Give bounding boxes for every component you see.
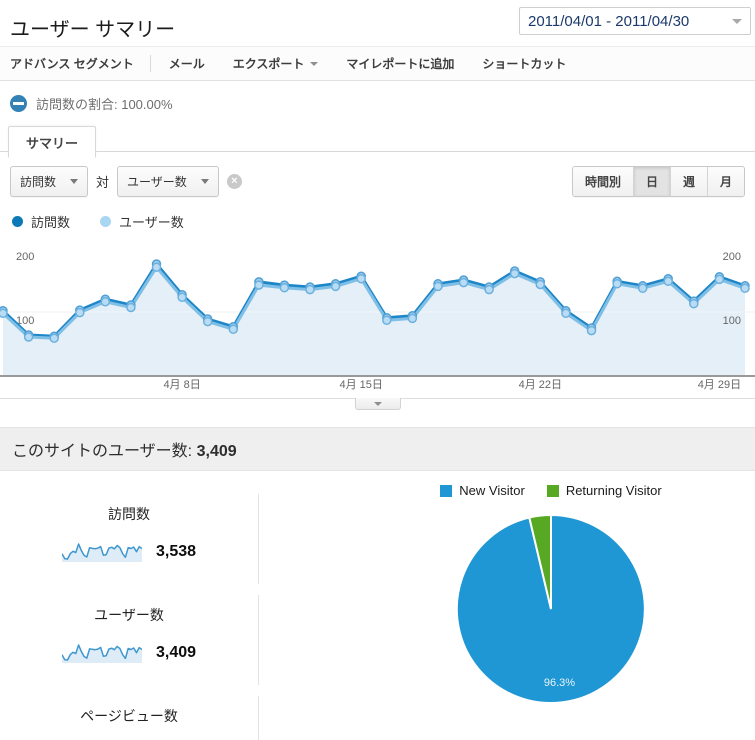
granularity-day-button[interactable]: 日 [632, 167, 670, 196]
metric-visits: 訪問数 3,538 [0, 494, 259, 584]
collapse-chart-button[interactable] [354, 398, 401, 410]
date-range-selector[interactable]: 2011/04/01 - 2011/04/30 [519, 7, 751, 35]
vs-label: 対 [96, 175, 110, 190]
visitor-type-pie-chart[interactable]: 96.3% [453, 511, 649, 707]
series-dot-icon [12, 216, 23, 227]
legend-item-users[interactable]: ユーザー数 [100, 212, 184, 231]
chart-collapse-row [0, 398, 755, 413]
series-dot-icon [100, 216, 112, 227]
pie-legend-label: New Visitor [459, 483, 525, 498]
primary-metric-dropdown[interactable]: 訪問数 [10, 166, 89, 197]
export-label: エクスポート [232, 57, 305, 71]
mail-button[interactable]: メール [169, 55, 205, 72]
report-header: ユーザー サマリー 2011/04/01 - 2011/04/30 [0, 0, 755, 46]
chart-controls-row: 訪問数 対 ユーザー数 × 時間別 日 週 月 [0, 152, 755, 197]
pie-legend: New Visitor Returning Visitor [440, 483, 662, 498]
overview-content: 訪問数 3,538 ユーザー数 3,409 ページビュー数 4,621 [0, 471, 755, 740]
legend-swatch-icon [440, 484, 453, 497]
metric-pageviews: ページビュー数 4,621 [0, 696, 259, 740]
date-dropdown-arrow-icon [732, 18, 742, 24]
users-sparkline [61, 644, 142, 663]
report-tabbar: サマリー [0, 124, 755, 158]
svg-text:200: 200 [723, 251, 741, 263]
svg-text:4月 15日: 4月 15日 [339, 379, 382, 391]
metric-label: ページビュー数 [80, 708, 178, 724]
active-segment-row: 訪問数の割合: 100.00% [0, 81, 755, 124]
svg-text:200: 200 [16, 251, 34, 263]
date-range-text: 2011/04/01 - 2011/04/30 [528, 12, 690, 30]
granularity-hourly-button[interactable]: 時間別 [572, 167, 633, 196]
chevron-down-icon [70, 179, 79, 184]
visits-sparkline [61, 543, 142, 562]
chart-legend: 訪問数 ユーザー数 [0, 197, 755, 239]
shortcut-button[interactable]: ショートカット [482, 55, 566, 72]
svg-text:96.3%: 96.3% [544, 677, 575, 689]
advanced-segments-button[interactable]: アドバンス セグメント [10, 55, 151, 72]
metric-label: ユーザー数 [94, 607, 164, 623]
compare-metric-dropdown[interactable]: ユーザー数 [117, 166, 219, 197]
pie-legend-label: Returning Visitor [565, 483, 662, 498]
site-users-value: 3,409 [196, 443, 237, 460]
svg-text:4月 22日: 4月 22日 [519, 379, 562, 391]
metric-value: 3,409 [155, 643, 197, 661]
time-granularity-control: 時間別 日 週 月 [571, 166, 745, 197]
chevron-down-icon [200, 179, 209, 184]
visits-timeseries-chart[interactable]: 100 100200 2004月 8日 4月 15日 4月 22日 4月 29日 [0, 239, 755, 391]
export-dropdown-arrow-icon [310, 61, 319, 66]
chevron-down-icon [373, 401, 382, 406]
granularity-month-button[interactable]: 月 [706, 167, 744, 196]
pie-legend-new-visitor[interactable]: New Visitor [440, 483, 525, 498]
metrics-column: 訪問数 3,538 ユーザー数 3,409 ページビュー数 4,621 [0, 471, 259, 740]
legend-swatch-icon [546, 484, 559, 497]
legend-label: 訪問数 [31, 215, 71, 230]
report-toolbar: アドバンス セグメント メール エクスポート マイレポートに追加 ショートカット [0, 46, 755, 81]
granularity-week-button[interactable]: 週 [669, 167, 707, 196]
svg-text:100: 100 [723, 315, 741, 327]
legend-label: ユーザー数 [119, 215, 184, 230]
site-users-label: このサイトのユーザー数: [12, 443, 193, 460]
tab-summary[interactable]: サマリー [8, 126, 97, 158]
compare-metric-value: ユーザー数 [127, 175, 187, 189]
svg-text:4月 8日: 4月 8日 [163, 379, 200, 391]
segment-label: 訪問数の割合: 100.00% [36, 97, 173, 112]
svg-text:4月 29日: 4月 29日 [698, 379, 741, 391]
visitor-type-column: New Visitor Returning Visitor 96.3% [259, 471, 755, 740]
add-to-dashboard-button[interactable]: マイレポートに追加 [346, 55, 454, 72]
clear-compare-icon[interactable]: × [226, 174, 242, 189]
site-users-header: このサイトのユーザー数: 3,409 [0, 427, 755, 471]
metric-label: 訪問数 [108, 506, 150, 522]
metric-value: 3,538 [155, 542, 197, 560]
segment-donut-icon [10, 95, 27, 112]
pie-legend-returning-visitor[interactable]: Returning Visitor [546, 483, 662, 498]
legend-item-visits[interactable]: 訪問数 [12, 212, 70, 231]
primary-metric-value: 訪問数 [20, 175, 57, 189]
metric-users: ユーザー数 3,409 [0, 595, 259, 685]
export-button[interactable]: エクスポート [233, 55, 319, 72]
